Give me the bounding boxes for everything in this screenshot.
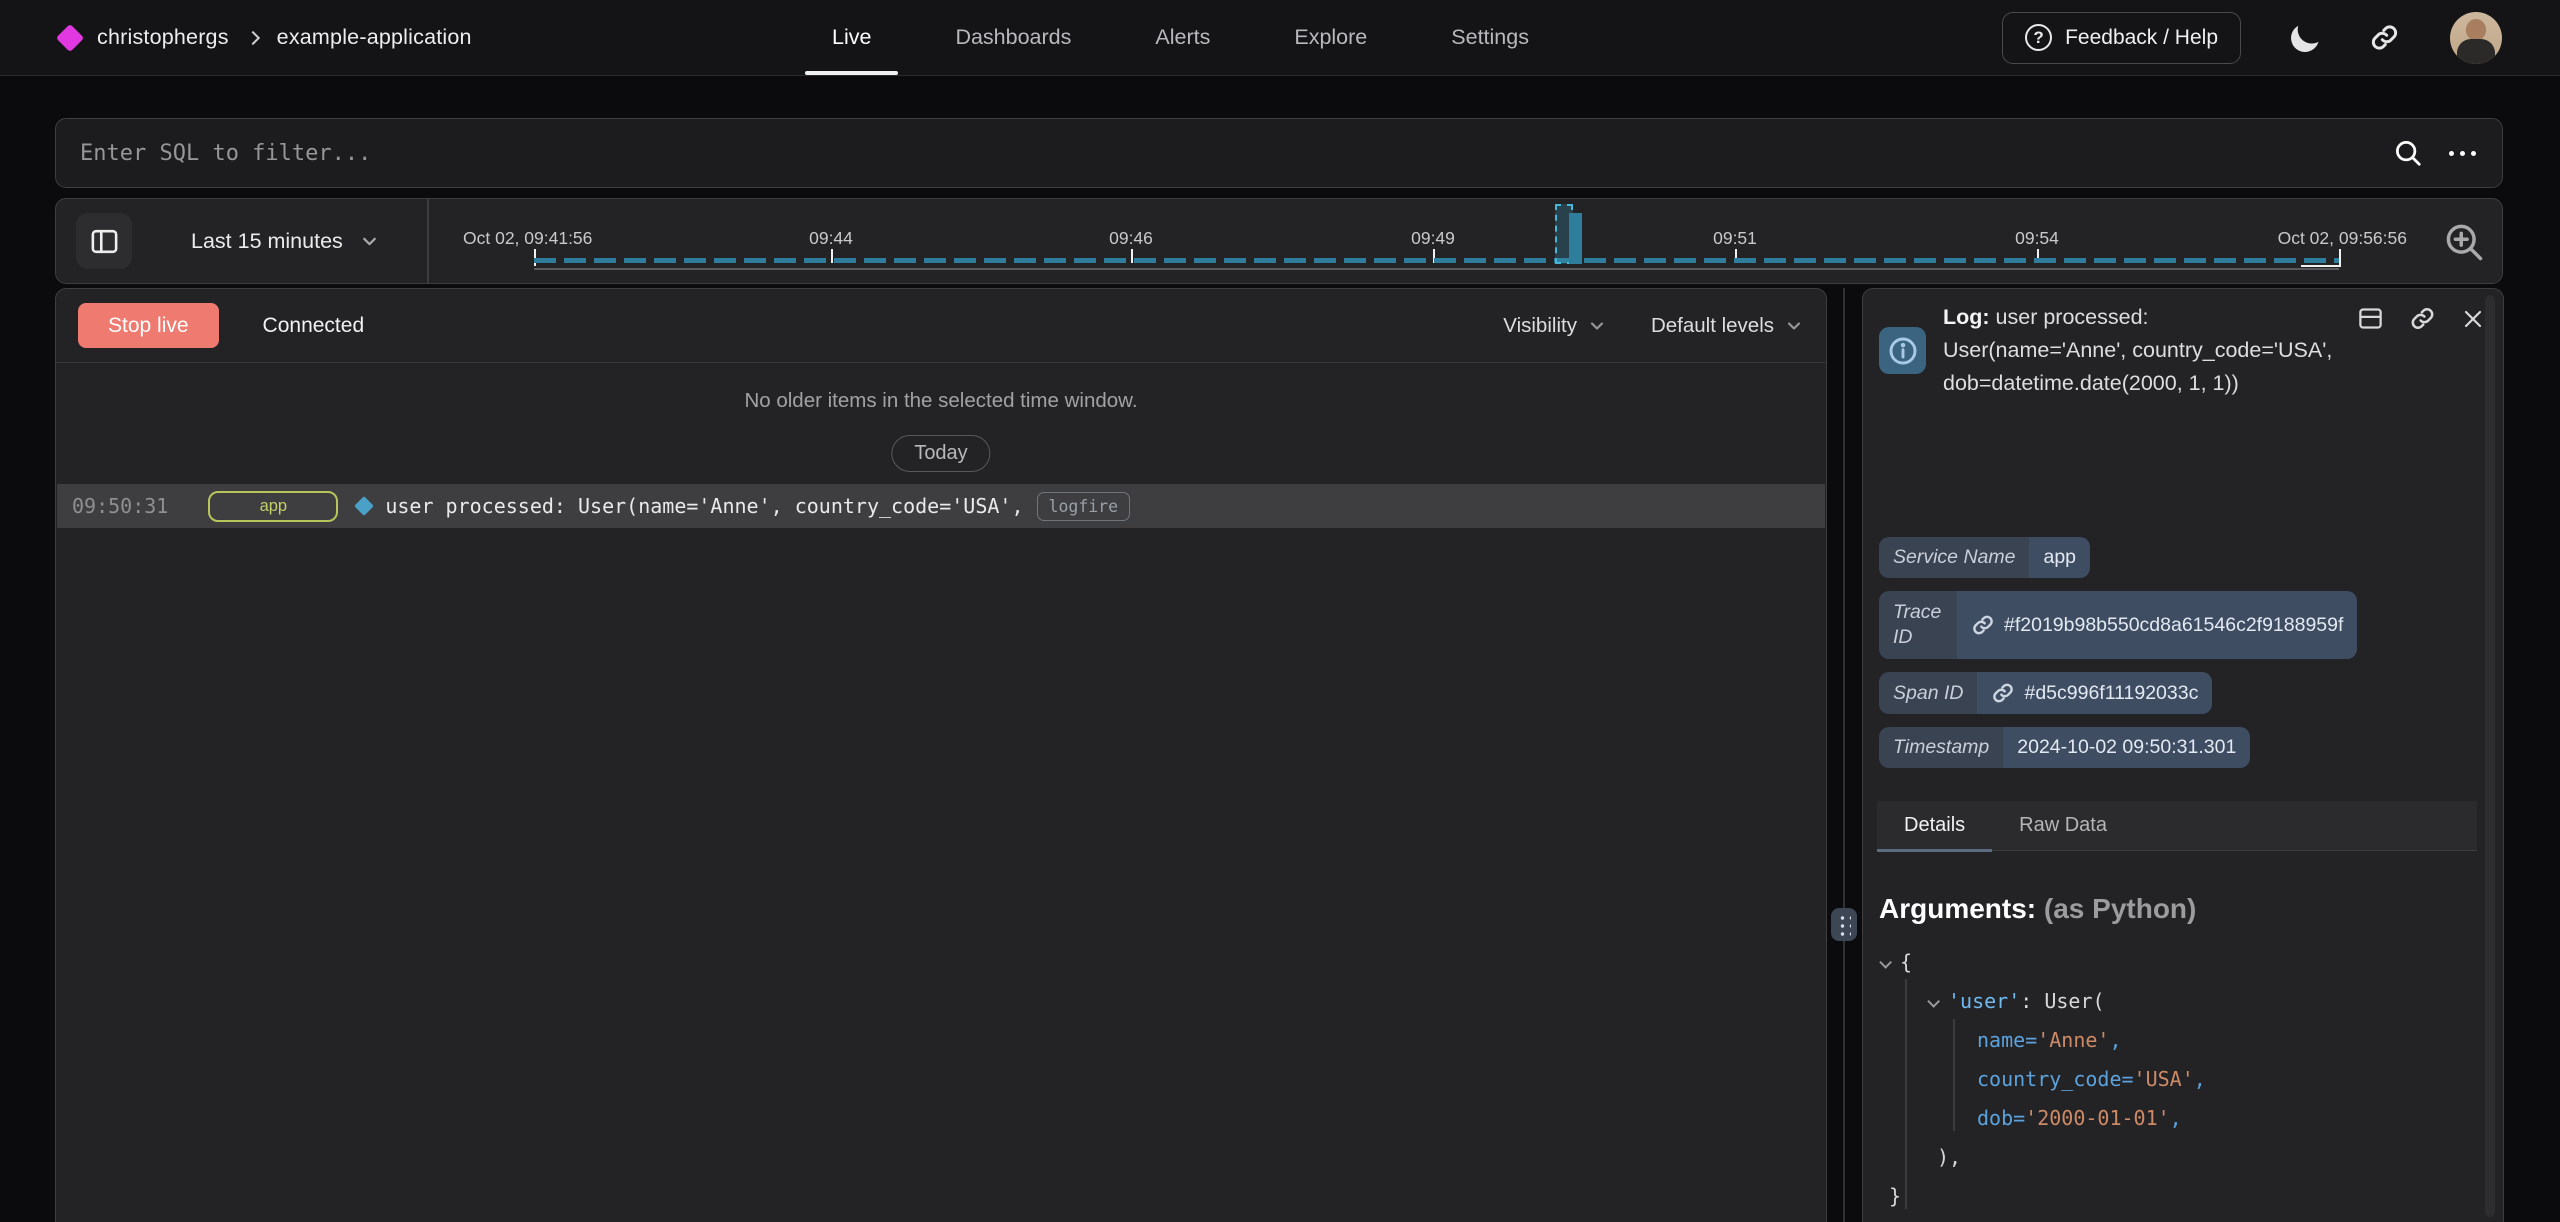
span-id-field: Span ID #d5c996f11192033c	[1879, 672, 2212, 714]
sql-filter-bar	[55, 118, 2503, 188]
scrollbar[interactable]	[2485, 295, 2495, 1217]
grip-dots-icon	[1838, 914, 1851, 936]
tab-raw-data[interactable]: Raw Data	[1992, 801, 2134, 850]
timeline-separator	[427, 199, 429, 283]
default-levels-dropdown[interactable]: Default levels	[1651, 314, 1804, 338]
panel-left-icon	[89, 226, 120, 257]
timeline-panel: Last 15 minutes Oct 02, 09:41:56 09:44 0…	[55, 198, 2503, 284]
resize-drag-handle[interactable]	[1831, 908, 1857, 941]
timeline-tick-label: 09:44	[809, 228, 853, 249]
tab-live[interactable]: Live	[832, 0, 871, 75]
code-line[interactable]: {	[1863, 943, 2463, 982]
code-line: country_code='USA',	[1863, 1060, 2463, 1099]
link-icon	[1971, 613, 1995, 637]
breadcrumb-org[interactable]: christophergs	[97, 25, 229, 50]
close-icon[interactable]	[2461, 307, 2485, 331]
chevron-expand-icon[interactable]	[1879, 956, 1892, 969]
timeline-tick-label: 09:46	[1109, 228, 1153, 249]
share-link-icon[interactable]	[2369, 22, 2400, 53]
timeline-tick-label: 09:54	[2015, 228, 2059, 249]
copy-link-icon[interactable]	[2409, 305, 2436, 332]
log-message: user processed: User(name='Anne', countr…	[385, 494, 1023, 518]
panel-divider	[1843, 288, 1845, 1222]
time-range-dropdown[interactable]: Last 15 minutes	[191, 199, 380, 283]
service-badge: app	[208, 491, 338, 522]
sql-filter-input[interactable]	[56, 119, 2393, 187]
arguments-heading: Arguments: (as Python)	[1879, 893, 2196, 925]
tab-settings[interactable]: Settings	[1451, 0, 1529, 75]
code-line: dob='2000-01-01',	[1863, 1099, 2463, 1138]
split-panel-icon[interactable]	[2357, 305, 2384, 332]
feedback-help-label: Feedback / Help	[2065, 26, 2218, 50]
details-panel-actions	[2357, 305, 2485, 332]
tab-alerts[interactable]: Alerts	[1155, 0, 1210, 75]
empty-window-message: No older items in the selected time wind…	[56, 389, 1826, 413]
today-button[interactable]: Today	[891, 435, 990, 472]
dark-mode-moon-icon[interactable]	[2287, 20, 2322, 55]
chevron-down-icon	[1587, 316, 1607, 336]
chevron-right-icon	[246, 30, 260, 44]
timeline-end-label: Oct 02, 09:56:56	[2278, 228, 2407, 249]
code-line: name='Anne',	[1863, 1021, 2463, 1060]
live-view-panel: Stop live Connected Visibility Default l…	[55, 288, 1827, 1222]
more-options-icon[interactable]	[2449, 151, 2476, 156]
service-name-field: Service Name app	[1879, 537, 2090, 578]
stop-live-button[interactable]: Stop live	[78, 303, 219, 348]
trace-id-field: Trace ID #f2019b98b550cd8a61546c2f918895…	[1879, 591, 2357, 659]
log-details-panel: Log: user processed: User(name='Anne', c…	[1862, 288, 2504, 1222]
info-level-icon	[1879, 327, 1926, 374]
link-icon	[1991, 681, 2015, 705]
feedback-help-button[interactable]: ? Feedback / Help	[2002, 12, 2241, 64]
sidebar-toggle-button[interactable]	[76, 213, 132, 269]
breadcrumb-project[interactable]: example-application	[277, 25, 472, 50]
code-line: }	[1863, 1177, 2463, 1216]
timeline-start-label: Oct 02, 09:41:56	[463, 228, 592, 249]
tab-dashboards[interactable]: Dashboards	[955, 0, 1071, 75]
logfire-app: christophergs example-application Live D…	[0, 0, 2560, 1222]
top-nav: christophergs example-application Live D…	[0, 0, 2560, 76]
timestamp-field: Timestamp 2024-10-02 09:50:31.301	[1879, 727, 2250, 768]
log-timestamp: 09:50:31	[72, 494, 168, 518]
histogram-spike-bar[interactable]	[1569, 213, 1582, 264]
code-line: ),	[1863, 1138, 2463, 1177]
timeline-tick-label: 09:49	[1411, 228, 1455, 249]
timeline-axis	[534, 268, 2339, 270]
nav-tabs: Live Dashboards Alerts Explore Settings	[832, 0, 1529, 75]
logfire-logo-icon[interactable]	[56, 23, 84, 51]
log-metadata: Service Name app Trace ID #f2019b98b550c…	[1879, 537, 2465, 768]
log-title-row: Log: user processed: User(name='Anne', c…	[1879, 301, 2349, 400]
connection-status: Connected	[263, 314, 365, 338]
timeline-tick-label: 09:51	[1713, 228, 1757, 249]
question-icon: ?	[2025, 24, 2052, 51]
arguments-code-tree: { 'user': User( name='Anne', country_cod…	[1863, 943, 2463, 1216]
timeline-tick-end	[2339, 249, 2341, 267]
tab-explore[interactable]: Explore	[1294, 0, 1367, 75]
time-range-label: Last 15 minutes	[191, 229, 343, 254]
code-line[interactable]: 'user': User(	[1863, 982, 2463, 1021]
chevron-down-icon	[359, 231, 380, 252]
log-row[interactable]: 09:50:31 app user processed: User(name='…	[57, 484, 1825, 528]
nav-actions: ? Feedback / Help	[2002, 0, 2502, 75]
chevron-down-icon	[1784, 316, 1804, 336]
tab-details[interactable]: Details	[1877, 801, 1992, 850]
scope-tag: logfire	[1037, 492, 1131, 521]
log-level-diamond-icon	[354, 496, 374, 516]
visibility-dropdown[interactable]: Visibility	[1503, 314, 1607, 338]
search-icon[interactable]	[2393, 138, 2423, 168]
chevron-expand-icon[interactable]	[1927, 995, 1940, 1008]
user-avatar[interactable]	[2450, 12, 2502, 64]
details-tabs: Details Raw Data	[1877, 801, 2477, 851]
histogram-baseline[interactable]	[534, 258, 2339, 263]
zoom-in-icon[interactable]	[2442, 220, 2486, 264]
live-view-header: Stop live Connected Visibility Default l…	[56, 289, 1826, 363]
breadcrumb: christophergs example-application	[60, 0, 472, 75]
filter-bar-actions	[2393, 138, 2502, 168]
log-title: Log: user processed: User(name='Anne', c…	[1943, 301, 2335, 400]
